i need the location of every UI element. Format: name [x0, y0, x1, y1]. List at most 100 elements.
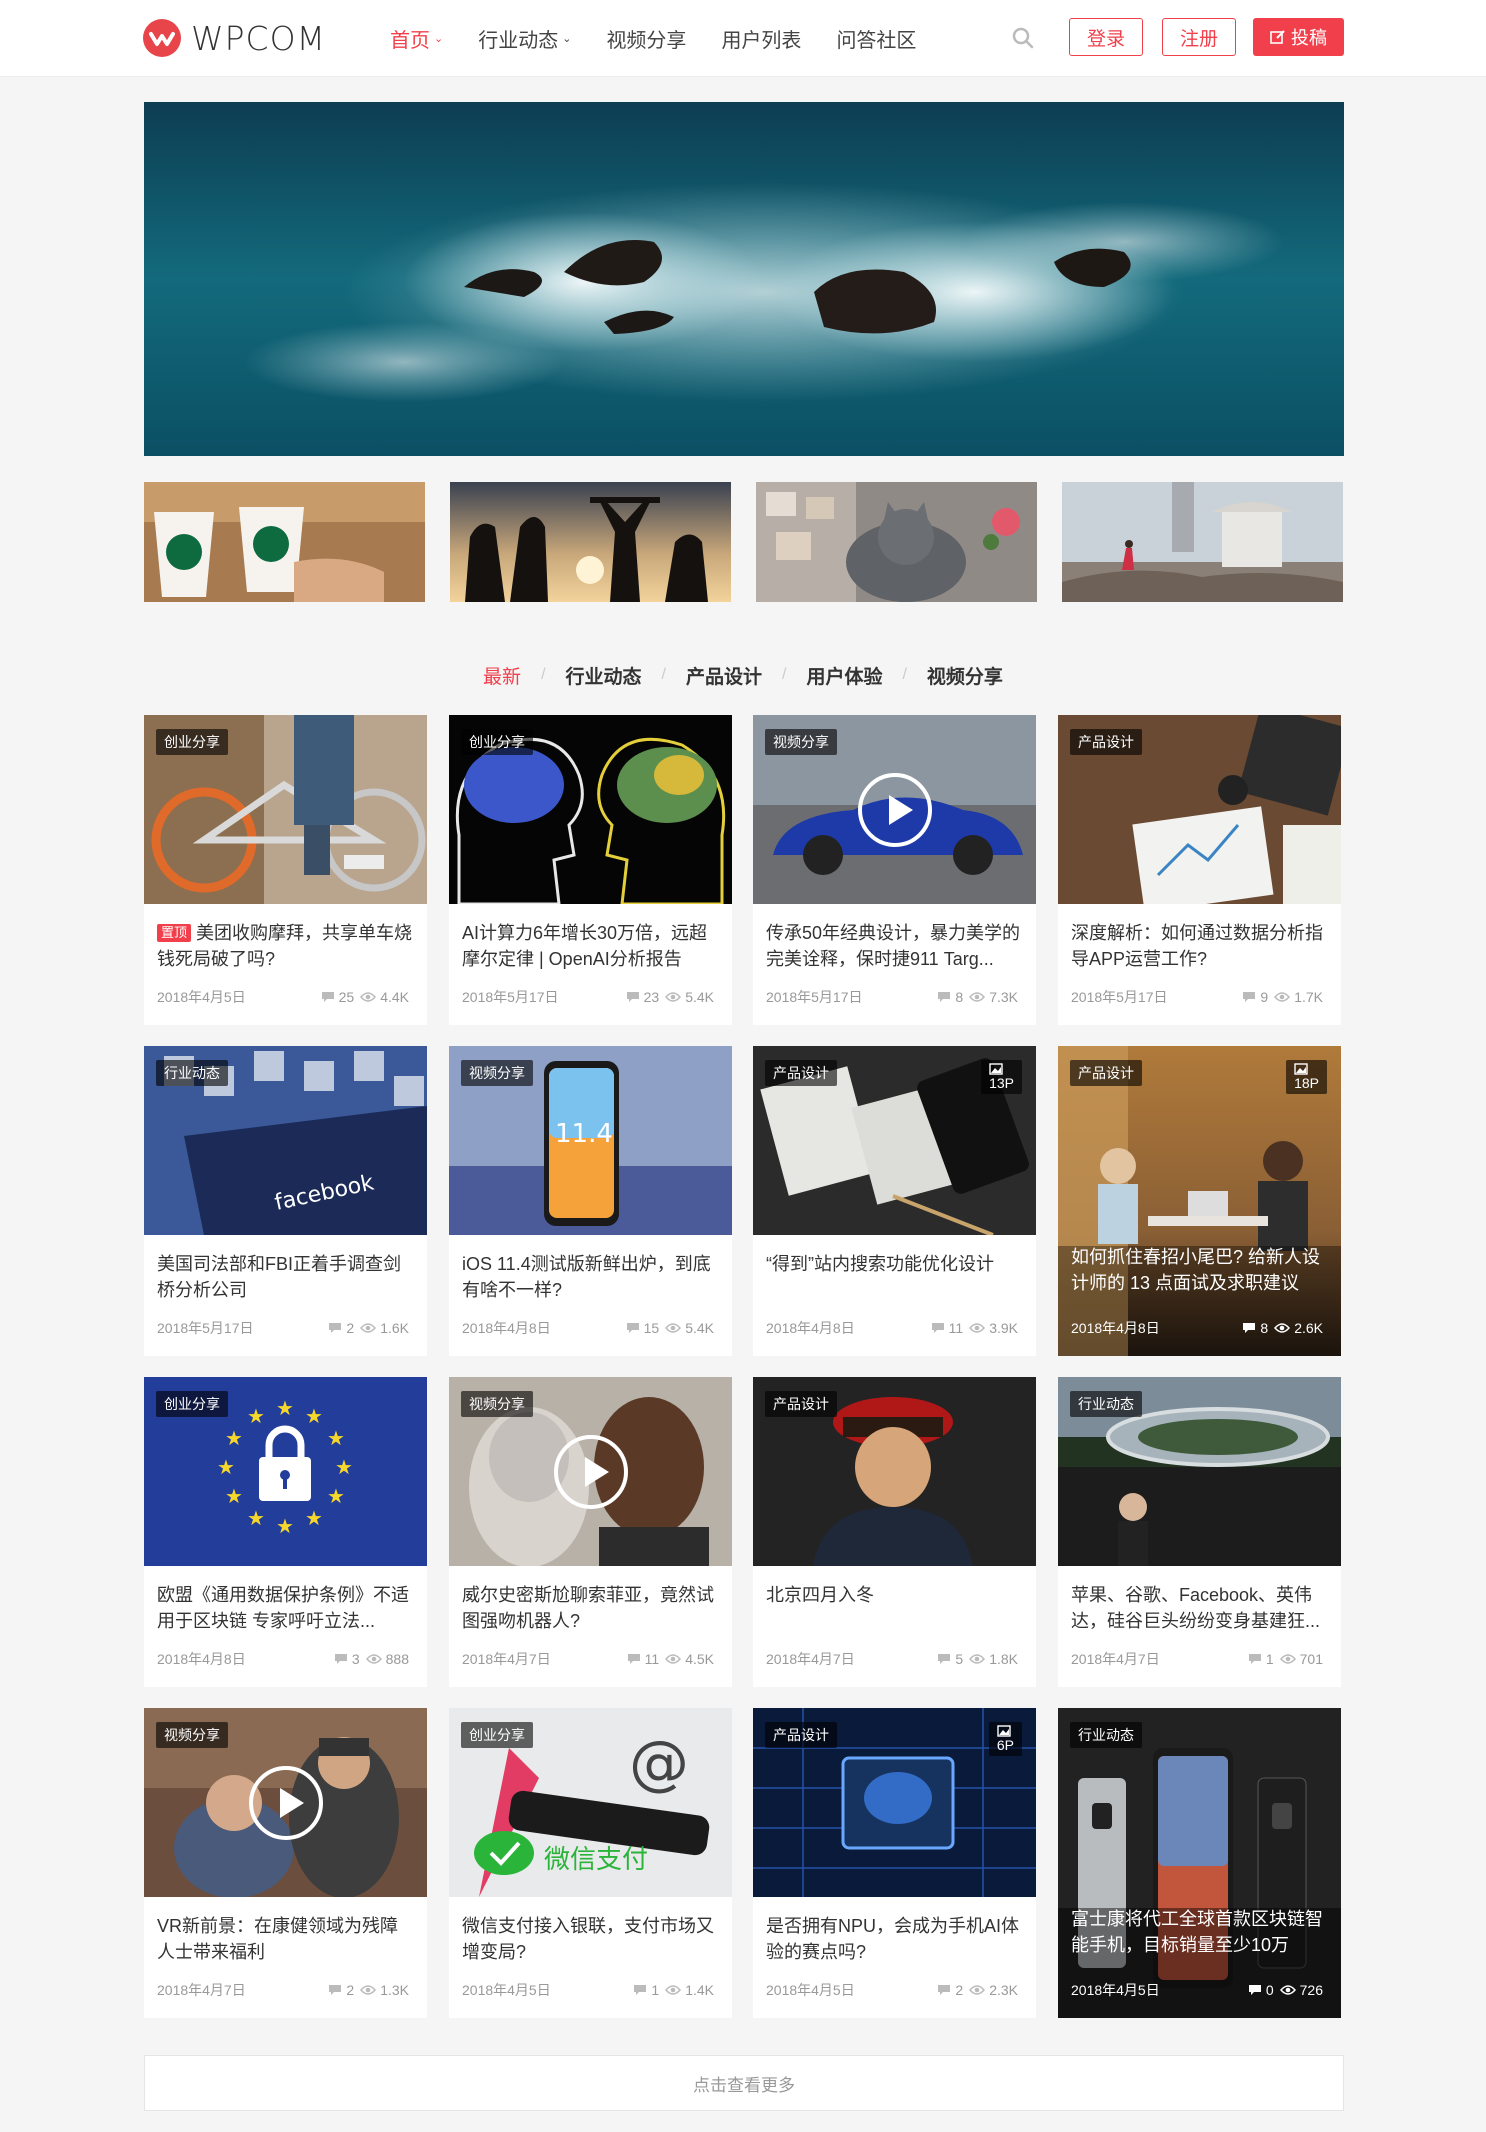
post-thumbnail[interactable]: 视频分享	[449, 1377, 732, 1566]
post-title[interactable]: iOS 11.4测试版新鲜出炉，到底有啥不一样?	[462, 1251, 720, 1303]
category-badge[interactable]: 行业动态	[1070, 1391, 1142, 1417]
post-card[interactable]: ★ ★ ★ ★ ★ ★ ★ ★ ★ ★ ★ ★ 创业分享 欧盟《通用数据保护条例》不适用于区块链 专家…	[144, 1377, 427, 1687]
tab-industry[interactable]: 行业动态	[546, 662, 662, 689]
submit-post-button[interactable]: 投稿	[1253, 18, 1344, 56]
post-card[interactable]: 产品设计 北京四月入冬 2018年4月7日 5 1.8K	[753, 1377, 1036, 1687]
category-badge[interactable]: 产品设计	[765, 1060, 837, 1086]
post-thumbnail[interactable]: 产品设计	[753, 1377, 1036, 1566]
comment-count: 9	[1260, 989, 1269, 1005]
logo[interactable]: WPCOM	[143, 18, 326, 58]
post-title[interactable]: 美国司法部和FBI正着手调查剑桥分析公司	[157, 1251, 415, 1303]
play-icon[interactable]	[248, 1765, 323, 1840]
thumbnail-sunset[interactable]	[450, 482, 731, 602]
post-card[interactable]: 视频分享 VR新前景：在康健领域为残障人士带来福利 2018年4月7日 2 1.3…	[144, 1708, 427, 2018]
post-card[interactable]: 视频分享 威尔史密斯尬聊索菲亚，竟然试图强吻机器人? 2018年4月7日 11 4…	[449, 1377, 732, 1687]
post-card[interactable]: 行业动态 苹果、谷歌、Facebook、英伟达，硅谷巨头纷纷变身基建狂... 2…	[1058, 1377, 1341, 1687]
thumbnail-cat[interactable]	[756, 482, 1037, 602]
tab-latest[interactable]: 最新	[463, 662, 541, 689]
category-badge[interactable]: 行业动态	[156, 1060, 228, 1086]
thumbnail-coffee[interactable]	[144, 482, 425, 602]
play-icon[interactable]	[553, 1434, 628, 1509]
category-badge[interactable]: 视频分享	[461, 1391, 533, 1417]
eye-icon	[360, 1985, 377, 1995]
view-count: 1.7K	[1294, 989, 1323, 1005]
play-icon[interactable]	[857, 772, 932, 847]
post-title[interactable]: 深度解析：如何通过数据分析指导APP运营工作?	[1071, 920, 1329, 972]
category-badge[interactable]: 创业分享	[156, 729, 228, 755]
post-card[interactable]: facebook 行业动态 美国司法部和FBI正着手调查剑桥分析公司 2018年…	[144, 1046, 427, 1356]
post-title[interactable]: “得到”站内搜索功能优化设计	[766, 1251, 1024, 1303]
comment-icon	[1243, 1323, 1256, 1333]
nav-item-industry[interactable]: 行业动态 ⌄	[478, 24, 571, 53]
tab-video[interactable]: 视频分享	[907, 662, 1023, 689]
post-title[interactable]: 北京四月入冬	[766, 1582, 1024, 1634]
post-card[interactable]: 11.4 视频分享 iOS 11.4测试版新鲜出炉，到底有啥不一样? 2018年…	[449, 1046, 732, 1356]
post-thumbnail[interactable]: 产品设计	[1058, 715, 1341, 904]
post-thumbnail[interactable]: 创业分享	[449, 715, 732, 904]
nav-item-home[interactable]: 首页 ⌄	[390, 24, 443, 53]
post-card[interactable]: 视频分享 传承50年经典设计，暴力美学的完美诠释，保时捷911 Targ... …	[753, 715, 1036, 1025]
tab-product-design[interactable]: 产品设计	[666, 662, 782, 689]
post-title[interactable]: 置顶 美团收购摩拜，共享单车烧钱死局破了吗?	[157, 920, 415, 972]
nav-item-users[interactable]: 用户列表	[721, 24, 801, 53]
category-badge[interactable]: 产品设计	[1070, 729, 1142, 755]
post-title[interactable]: VR新前景：在康健领域为残障人士带来福利	[157, 1913, 415, 1965]
post-thumbnail[interactable]: ★ ★ ★ ★ ★ ★ ★ ★ ★ ★ ★ ★ 创业分享	[144, 1377, 427, 1566]
comment-count: 8	[955, 989, 964, 1005]
tab-ux[interactable]: 用户体验	[786, 662, 902, 689]
register-button[interactable]: 注册	[1162, 18, 1236, 56]
post-title[interactable]: 威尔史密斯尬聊索菲亚，竟然试图强吻机器人?	[462, 1582, 720, 1634]
post-card[interactable]: 产品设计 深度解析：如何通过数据分析指导APP运营工作? 2018年5月17日 …	[1058, 715, 1341, 1025]
category-badge[interactable]: 产品设计	[1070, 1060, 1142, 1086]
post-title[interactable]: AI计算力6年增长30万倍，远超摩尔定律 | OpenAI分析报告	[462, 920, 720, 972]
post-title[interactable]: 富士康将代工全球首款区块链智能手机，目标销量至少10万	[1071, 1906, 1329, 1958]
category-badge[interactable]: 产品设计	[765, 1391, 837, 1417]
post-thumbnail[interactable]: 视频分享	[144, 1708, 427, 1897]
post-thumbnail[interactable]: 产品设计 13P	[753, 1046, 1036, 1235]
category-badge[interactable]: 视频分享	[461, 1060, 533, 1086]
post-thumbnail[interactable]: 视频分享	[753, 715, 1036, 904]
post-title[interactable]: 苹果、谷歌、Facebook、英伟达，硅谷巨头纷纷变身基建狂...	[1071, 1582, 1329, 1634]
post-thumbnail[interactable]: 行业动态	[1058, 1377, 1341, 1566]
post-thumbnail[interactable]: @ 微信支付 创业分享	[449, 1708, 732, 1897]
post-thumbnail[interactable]: facebook 行业动态	[144, 1046, 427, 1235]
post-card[interactable]: @ 微信支付 创业分享 微信支付接入银联，支付市场又增变局? 2018年4月5日…	[449, 1708, 732, 2018]
post-thumbnail[interactable]: 11.4 视频分享	[449, 1046, 732, 1235]
post-title[interactable]: 传承50年经典设计，暴力美学的完美诠释，保时捷911 Targ...	[766, 920, 1024, 972]
search-icon[interactable]	[1010, 25, 1036, 51]
post-card[interactable]: 创业分享 置顶 美团收购摩拜，共享单车烧钱死局破了吗? 2018年4月5日 25 4…	[144, 715, 427, 1025]
post-thumbnail[interactable]: 产品设计 6P	[753, 1708, 1036, 1897]
comment-icon	[1248, 1985, 1261, 1995]
load-more-button[interactable]: 点击查看更多	[144, 2055, 1344, 2111]
category-badge[interactable]: 产品设计	[765, 1722, 837, 1748]
thumbnail-lighthouse[interactable]	[1062, 482, 1343, 602]
post-card-cover[interactable]: 产品设计 18P 如何抓住春招小尾巴? 给新人设计师的 13 点面试及求职建议 …	[1058, 1046, 1341, 1356]
category-badge[interactable]: 行业动态	[1070, 1722, 1142, 1748]
post-thumbnail[interactable]: 创业分享	[144, 715, 427, 904]
post-title[interactable]: 如何抓住春招小尾巴? 给新人设计师的 13 点面试及求职建议	[1071, 1244, 1329, 1296]
post-card-cover[interactable]: 行业动态 富士康将代工全球首款区块链智能手机，目标销量至少10万 2018年4月…	[1058, 1708, 1341, 2018]
post-title[interactable]: 是否拥有NPU，会成为手机AI体验的赛点吗?	[766, 1913, 1024, 1965]
post-title[interactable]: 微信支付接入银联，支付市场又增变局?	[462, 1913, 720, 1965]
category-badge[interactable]: 创业分享	[156, 1391, 228, 1417]
submit-label: 投稿	[1291, 28, 1327, 48]
login-button[interactable]: 登录	[1069, 18, 1143, 56]
photo-count: 18P	[1294, 1075, 1319, 1091]
category-badge[interactable]: 视频分享	[156, 1722, 228, 1748]
category-badge[interactable]: 创业分享	[461, 1722, 533, 1748]
nav-item-video[interactable]: 视频分享	[606, 24, 686, 53]
eye-icon	[360, 1323, 377, 1333]
post-thumbnail[interactable]: 产品设计 18P	[1058, 1046, 1341, 1356]
post-title-text: 美团收购摩拜，共享单车烧钱死局破了吗?	[157, 923, 413, 969]
post-card[interactable]: 产品设计 6P 是否拥有NPU，会成为手机AI体验的赛点吗? 2018年4月5日…	[753, 1708, 1036, 2018]
post-title[interactable]: 欧盟《通用数据保护条例》不适用于区块链 专家呼吁立法...	[157, 1582, 415, 1634]
post-card[interactable]: 产品设计 13P “得到”站内搜索功能优化设计 2018年4月8日 11 3.9K	[753, 1046, 1036, 1356]
svg-text:@: @	[629, 1728, 689, 1798]
post-card[interactable]: 创业分享 AI计算力6年增长30万倍，远超摩尔定律 | OpenAI分析报告 2…	[449, 715, 732, 1025]
comment-count: 8	[1260, 1320, 1269, 1336]
post-thumbnail[interactable]: 行业动态	[1058, 1708, 1341, 2018]
nav-item-qa[interactable]: 问答社区	[836, 24, 916, 53]
hero-banner[interactable]	[144, 102, 1344, 456]
category-badge[interactable]: 创业分享	[461, 729, 533, 755]
category-badge[interactable]: 视频分享	[765, 729, 837, 755]
